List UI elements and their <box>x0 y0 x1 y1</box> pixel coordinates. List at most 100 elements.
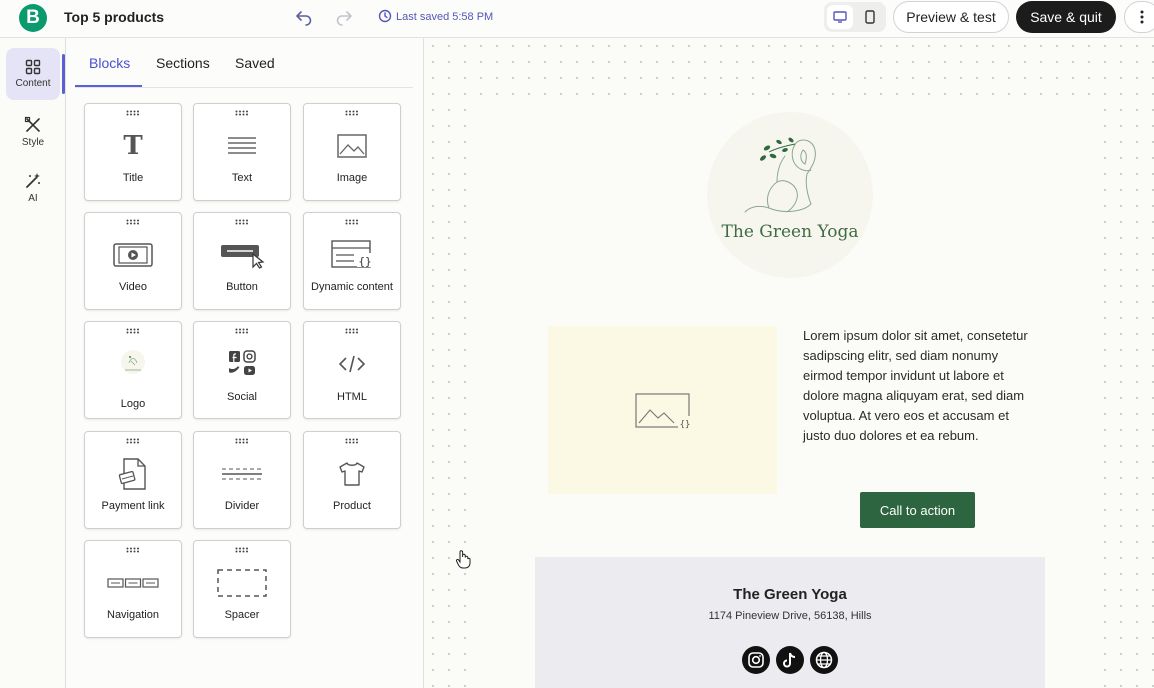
block-card-title[interactable]: T Title <box>84 103 182 201</box>
drag-handle-icon[interactable] <box>345 328 359 334</box>
footer-address: 1174 Pineview Drive, 56138, Hills <box>708 610 872 622</box>
undo-icon[interactable] <box>295 8 313 26</box>
drag-handle-icon[interactable] <box>235 219 249 225</box>
svg-text:{}: {} <box>358 255 371 268</box>
block-card-dynamic-content[interactable]: {} Dynamic content <box>303 212 401 310</box>
dynamic-content-icon: {} <box>304 235 400 275</box>
text-icon <box>194 126 290 166</box>
left-rail: Content Style AI <box>0 38 66 688</box>
drag-handle-icon[interactable] <box>126 547 140 553</box>
tab-sections[interactable]: Sections <box>156 55 210 71</box>
image-placeholder[interactable]: {} <box>548 326 777 494</box>
call-to-action-button[interactable]: Call to action <box>860 492 975 528</box>
brevo-logo[interactable]: B <box>19 4 47 32</box>
grid-icon <box>25 59 41 75</box>
payment-link-icon <box>85 454 181 494</box>
block-card-product[interactable]: Product <box>303 431 401 529</box>
spacer-icon <box>194 563 290 603</box>
block-label: Spacer <box>224 609 260 621</box>
block-label: Video <box>119 281 147 293</box>
code-icon <box>304 344 400 384</box>
mobile-icon <box>865 10 875 24</box>
rail-item-content[interactable]: Content <box>6 48 60 100</box>
hand-cursor-icon <box>455 550 471 569</box>
rail-item-style[interactable]: Style <box>6 106 60 158</box>
block-card-navigation[interactable]: Navigation <box>84 540 182 638</box>
drag-handle-icon[interactable] <box>235 110 249 116</box>
top-bar: B Top 5 products Last saved 5:58 PM Prev… <box>0 0 1154 38</box>
tab-saved[interactable]: Saved <box>235 55 275 71</box>
block-card-spacer[interactable]: Spacer <box>193 540 291 638</box>
block-label: Logo <box>120 398 146 410</box>
navigation-icon <box>85 563 181 603</box>
block-label: Title <box>122 172 144 184</box>
block-card-payment-link[interactable]: Payment link <box>84 431 182 529</box>
tiktok-icon[interactable] <box>776 646 804 674</box>
desktop-icon <box>833 11 847 23</box>
rail-item-ai[interactable]: AI <box>6 162 60 214</box>
image-placeholder-icon: {} <box>635 393 692 430</box>
block-label: Navigation <box>107 609 159 621</box>
block-card-text[interactable]: Text <box>193 103 291 201</box>
device-toggle <box>824 2 886 32</box>
drag-handle-icon[interactable] <box>345 110 359 116</box>
more-options-button[interactable] <box>1124 1 1154 33</box>
block-card-social[interactable]: Social <box>193 321 291 419</box>
rail-item-label: AI <box>28 193 38 204</box>
brush-icon <box>24 116 40 132</box>
block-card-logo[interactable]: Logo <box>84 321 182 419</box>
block-card-video[interactable]: Video <box>84 212 182 310</box>
drag-handle-icon[interactable] <box>235 547 249 553</box>
desktop-view-button[interactable] <box>827 5 853 29</box>
drag-handle-icon[interactable] <box>126 438 140 444</box>
history-icon <box>378 9 392 23</box>
video-icon <box>85 235 181 275</box>
brand-name: The Green Yoga <box>721 222 859 242</box>
social-icon <box>194 344 290 384</box>
drag-handle-icon[interactable] <box>345 438 359 444</box>
rail-item-label: Style <box>21 137 45 148</box>
svg-text:{}: {} <box>680 420 691 430</box>
block-label: Social <box>227 391 257 403</box>
divider-icon <box>194 454 290 494</box>
save-quit-button[interactable]: Save & quit <box>1016 1 1116 33</box>
drag-handle-icon[interactable] <box>235 438 249 444</box>
block-card-html[interactable]: HTML <box>303 321 401 419</box>
rail-item-label: Content <box>15 78 51 89</box>
drag-handle-icon[interactable] <box>235 328 249 334</box>
preview-test-button[interactable]: Preview & test <box>893 1 1009 33</box>
active-tab-underline <box>75 85 142 87</box>
block-label: HTML <box>337 391 367 403</box>
yoga-figure-illustration <box>744 137 816 213</box>
drag-handle-icon[interactable] <box>126 328 140 334</box>
last-saved-status: Last saved 5:58 PM <box>396 11 494 23</box>
block-label: Product <box>333 500 371 512</box>
redo-icon[interactable] <box>335 8 353 26</box>
mobile-view-button[interactable] <box>857 5 883 29</box>
drag-handle-icon[interactable] <box>126 110 140 116</box>
block-label: Text <box>231 172 253 184</box>
block-label: Button <box>226 281 258 293</box>
block-label: Dynamic content <box>311 281 393 293</box>
block-card-divider[interactable]: Divider <box>193 431 291 529</box>
globe-icon[interactable] <box>810 646 838 674</box>
tab-blocks[interactable]: Blocks <box>89 55 130 71</box>
document-title[interactable]: Top 5 products <box>64 9 164 25</box>
block-card-button[interactable]: Button <box>193 212 291 310</box>
drag-handle-icon[interactable] <box>345 219 359 225</box>
logo-icon <box>85 344 181 384</box>
instagram-icon[interactable] <box>742 646 770 674</box>
button-icon <box>194 235 290 275</box>
body-text[interactable]: Lorem ipsum dolor sit amet, consetetur s… <box>803 326 1039 446</box>
block-card-image[interactable]: Image <box>303 103 401 201</box>
kebab-menu-icon <box>1140 10 1144 24</box>
block-label: Payment link <box>101 500 165 512</box>
panel-tabs: Blocks Sections Saved <box>75 38 413 88</box>
drag-handle-icon[interactable] <box>126 219 140 225</box>
tshirt-icon <box>304 454 400 494</box>
brand-logo[interactable] <box>707 112 873 278</box>
image-icon <box>304 126 400 166</box>
block-label: Image <box>336 172 368 184</box>
title-icon: T <box>123 131 143 161</box>
email-footer[interactable]: The Green Yoga 1174 Pineview Drive, 5613… <box>535 557 1045 688</box>
